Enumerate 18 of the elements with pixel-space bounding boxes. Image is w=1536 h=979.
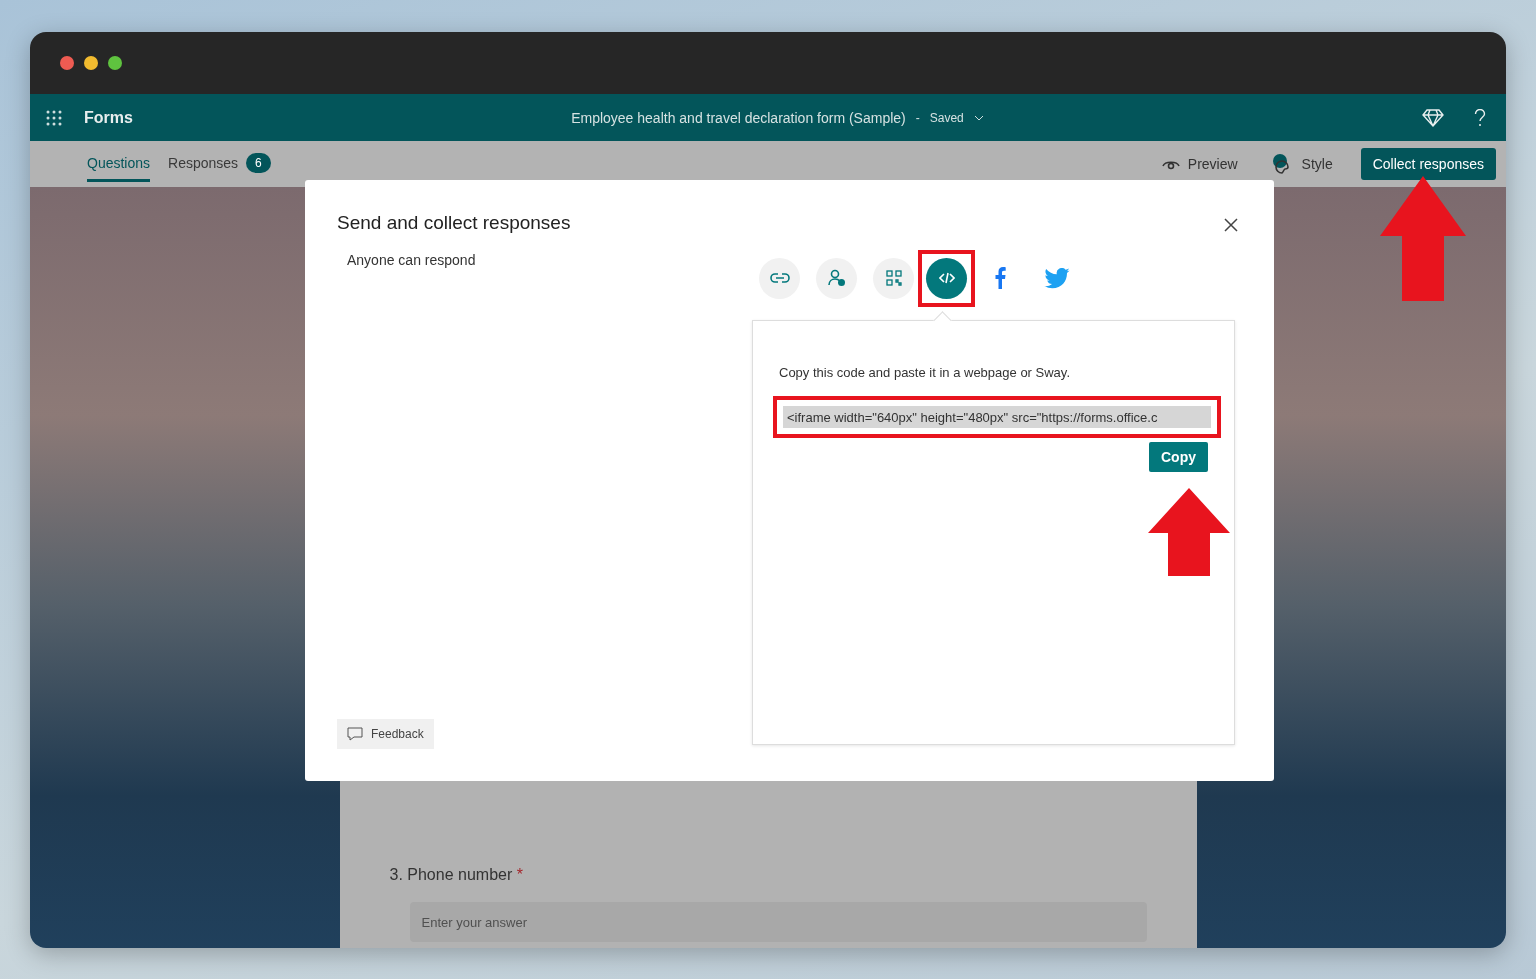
preview-button[interactable]: Preview xyxy=(1155,155,1244,173)
separator: - xyxy=(915,110,920,125)
answer-field[interactable]: Enter your answer xyxy=(409,902,1147,942)
save-status: Saved xyxy=(929,110,964,125)
style-button[interactable]: Style xyxy=(1265,152,1339,176)
dialog-title: Send and collect responses xyxy=(337,212,572,234)
count-badge: 6 xyxy=(246,152,271,173)
feedback-button[interactable]: Feedback xyxy=(337,719,434,749)
app-name[interactable]: Forms xyxy=(84,108,133,127)
tab[interactable]: Questions xyxy=(87,146,151,182)
copy-button[interactable]: Copy xyxy=(1149,442,1208,472)
embed-code-field[interactable]: <iframe width="640px" height="480px" src="https://forms.office.c xyxy=(783,406,1211,428)
collect-responses-button[interactable]: Collect responses xyxy=(1360,148,1496,180)
instruction-text: Copy this code and paste it in a webpage or Sway. xyxy=(779,365,1071,380)
tab[interactable]: Responses 6 xyxy=(168,144,271,184)
question-title: 3. Phone number * xyxy=(389,866,524,884)
audience-setting[interactable]: Anyone can respond xyxy=(347,252,757,268)
form-title[interactable]: Employee health and travel declaration form (Sample) xyxy=(571,109,906,126)
